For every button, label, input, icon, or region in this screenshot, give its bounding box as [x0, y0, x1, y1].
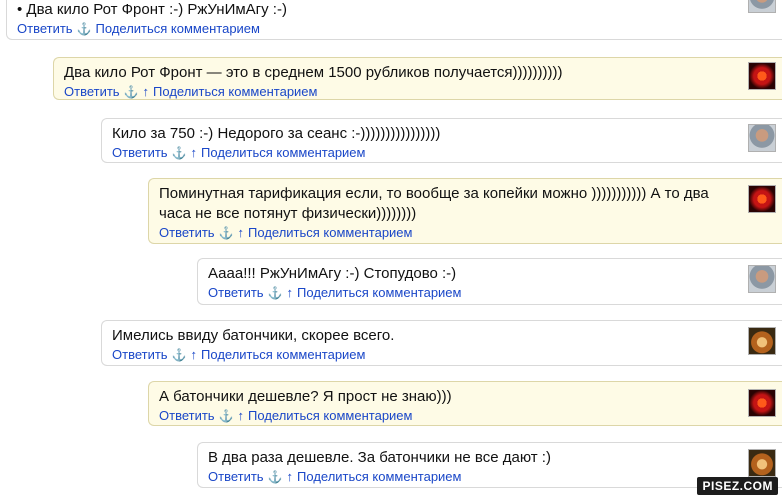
user-avatar[interactable] [748, 185, 776, 213]
anchor-icon[interactable]: ⚓ [268, 286, 283, 300]
parent-arrow-icon[interactable]: ↑ [287, 469, 294, 484]
user-avatar[interactable] [748, 449, 776, 477]
comment: Два кило Рот Фронт — это в среднем 1500 … [53, 57, 782, 100]
share-comment-link[interactable]: Поделиться комментарием [153, 84, 317, 99]
anchor-icon[interactable]: ⚓ [268, 470, 283, 484]
reply-link[interactable]: Ответить [17, 21, 73, 36]
anchor-icon[interactable]: ⚓ [172, 348, 187, 362]
share-comment-link[interactable]: Поделиться комментарием [297, 285, 461, 300]
comment-actions: Ответить ⚓ Поделиться комментарием [17, 21, 734, 37]
comment-text: Два кило Рот Фронт — это в среднем 1500 … [64, 64, 563, 81]
share-comment-link[interactable]: Поделиться комментарием [248, 225, 412, 240]
comment-actions: Ответить ⚓ ↑ Поделиться комментарием [159, 408, 734, 424]
comment-text: Поминутная тарификация если, то вообще з… [159, 185, 709, 222]
comment-text: • Два кило Рот Фронт :-) РжУнИмАгу :-) [17, 1, 287, 18]
anchor-icon[interactable]: ⚓ [77, 22, 92, 36]
comment-actions: Ответить ⚓ ↑ Поделиться комментарием [208, 469, 734, 485]
anchor-icon[interactable]: ⚓ [172, 146, 187, 160]
comment-actions: Ответить ⚓ ↑ Поделиться комментарием [208, 285, 734, 301]
comment: А батончики дешевле? Я прост не знаю))) … [148, 381, 782, 426]
share-comment-link[interactable]: Поделиться комментарием [201, 145, 365, 160]
comment: Аааа!!! РжУнИмАгу :-) Стопудово :-) Отве… [197, 258, 782, 305]
comment-actions: Ответить ⚓ ↑ Поделиться комментарием [159, 225, 734, 241]
comment: Поминутная тарификация если, то вообще з… [148, 178, 782, 244]
reply-link[interactable]: Ответить [112, 347, 168, 362]
user-avatar[interactable] [748, 124, 776, 152]
watermark-logo: PISEZ.COM [697, 477, 778, 495]
reply-link[interactable]: Ответить [112, 145, 168, 160]
comment-text: В два раза дешевле. За батончики не все … [208, 449, 551, 466]
parent-arrow-icon[interactable]: ↑ [143, 84, 150, 99]
parent-arrow-icon[interactable]: ↑ [238, 225, 245, 240]
share-comment-link[interactable]: Поделиться комментарием [297, 469, 461, 484]
parent-arrow-icon[interactable]: ↑ [238, 408, 245, 423]
comment-actions: Ответить ⚓ ↑ Поделиться комментарием [112, 347, 734, 363]
share-comment-link[interactable]: Поделиться комментарием [201, 347, 365, 362]
reply-link[interactable]: Ответить [208, 469, 264, 484]
user-avatar[interactable] [748, 265, 776, 293]
reply-link[interactable]: Ответить [64, 84, 120, 99]
comment: В два раза дешевле. За батончики не все … [197, 442, 782, 488]
comment-text: Кило за 750 :-) Недорого за сеанс :-))))… [112, 125, 441, 142]
user-avatar[interactable] [748, 0, 776, 13]
user-avatar[interactable] [748, 62, 776, 90]
user-avatar[interactable] [748, 327, 776, 355]
parent-arrow-icon[interactable]: ↑ [287, 285, 294, 300]
reply-link[interactable]: Ответить [208, 285, 264, 300]
comment-actions: Ответить ⚓ ↑ Поделиться комментарием [112, 145, 734, 161]
comment-text: А батончики дешевле? Я прост не знаю))) [159, 388, 452, 405]
comment: Имелись ввиду батончики, скорее всего. О… [101, 320, 782, 366]
reply-link[interactable]: Ответить [159, 225, 215, 240]
comment: • Два кило Рот Фронт :-) РжУнИмАгу :-) О… [6, 0, 782, 40]
anchor-icon[interactable]: ⚓ [219, 226, 234, 240]
reply-link[interactable]: Ответить [159, 408, 215, 423]
parent-arrow-icon[interactable]: ↑ [191, 145, 198, 160]
comment-text: Имелись ввиду батончики, скорее всего. [112, 327, 395, 344]
comment-actions: Ответить ⚓ ↑ Поделиться комментарием [64, 84, 734, 100]
user-avatar[interactable] [748, 389, 776, 417]
anchor-icon[interactable]: ⚓ [124, 85, 139, 99]
comment: Кило за 750 :-) Недорого за сеанс :-))))… [101, 118, 782, 163]
share-comment-link[interactable]: Поделиться комментарием [96, 21, 260, 36]
share-comment-link[interactable]: Поделиться комментарием [248, 408, 412, 423]
anchor-icon[interactable]: ⚓ [219, 409, 234, 423]
comment-text: Аааа!!! РжУнИмАгу :-) Стопудово :-) [208, 265, 457, 282]
parent-arrow-icon[interactable]: ↑ [191, 347, 198, 362]
